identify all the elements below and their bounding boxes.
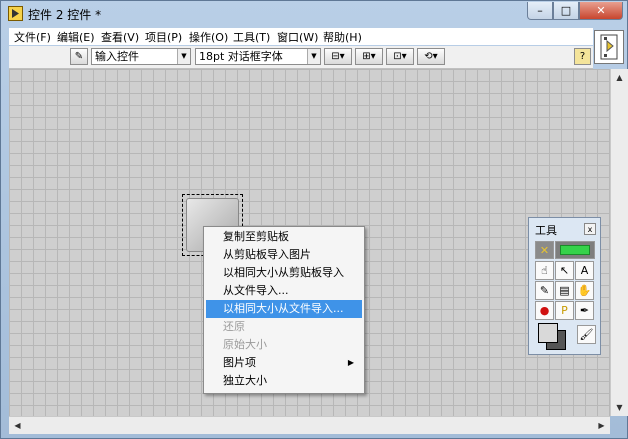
window-controls: – □ ✕ [527, 2, 623, 21]
help-icon: ? [579, 51, 586, 62]
distribute-objects-button[interactable]: ⊞▾ [355, 48, 383, 65]
mode-combo-value: 输入控件 [95, 50, 139, 63]
context-menu-item[interactable]: 以相同大小从剪贴板导入 [206, 264, 362, 282]
menu-item[interactable]: 查看(V) [101, 29, 139, 45]
submenu-arrow-icon: ▶ [347, 358, 354, 367]
reorder-button[interactable]: ⟲▾ [417, 48, 445, 65]
reorder-icon: ⟲▾ [424, 51, 438, 62]
align-objects-button[interactable]: ⊟▾ [324, 48, 352, 65]
toolbar: ✎ 输入控件 ▼ 18pt 对话框字体 ▼ ⊟▾ ⊞▾ ⊡▾ ⟲▾ ? [9, 46, 593, 69]
text-edit-icon[interactable]: A [575, 261, 594, 280]
mode-combo[interactable]: 输入控件 ▼ [91, 48, 191, 65]
context-menu-item[interactable]: 图片项 ▶ [206, 354, 362, 372]
text-pen-button[interactable]: ✎ [70, 48, 88, 65]
app-window: 控件 2 控件 * – □ ✕ 文件(F) 编辑(E) 查看(V) 项目(P) 操作(O… [0, 0, 628, 439]
context-menu-item-label: 图片项 [223, 356, 256, 369]
vertical-scrollbar[interactable]: ▲ ▼ [610, 69, 628, 416]
menu-item[interactable]: 工具(T) [233, 29, 270, 45]
maximize-button[interactable]: □ [553, 2, 579, 20]
scroll-down-icon[interactable]: ▼ [611, 399, 628, 416]
paintbrush-icon[interactable]: 🖌 [577, 325, 596, 344]
scroll-left-icon[interactable]: ◀ [9, 417, 26, 434]
menu-item[interactable]: 帮助(H) [323, 29, 362, 45]
title-bar[interactable]: 控件 2 控件 * – □ ✕ [1, 1, 627, 27]
distribute-objects-icon: ⊞▾ [362, 51, 376, 62]
context-menu-item[interactable]: 从文件导入... [206, 282, 362, 300]
color-tool[interactable] [536, 322, 572, 350]
menu-item[interactable]: 窗口(W) [277, 29, 318, 45]
menu-item[interactable]: 文件(F) [14, 29, 51, 45]
arrow-select-icon[interactable]: ↖ [555, 261, 574, 280]
context-menu-item: 还原 [206, 318, 362, 336]
eyedropper-icon[interactable]: ✒ [575, 301, 594, 320]
context-menu: 复制至剪贴板从剪贴板导入图片以相同大小从剪贴板导入 从文件导入... 以相同大小从文… [203, 226, 365, 394]
context-menu-item-label: 从剪贴板导入图片 [223, 248, 311, 261]
align-objects-icon: ⊟▾ [331, 51, 345, 62]
vi-icon [600, 34, 618, 60]
labview-app-icon [8, 6, 23, 21]
context-menu-item[interactable]: 从剪贴板导入图片 [206, 246, 362, 264]
wiring-spool-icon[interactable]: ✎ [535, 281, 554, 300]
control-icon-pane[interactable] [594, 30, 624, 64]
auto-tool-led-icon [560, 245, 590, 255]
scroll-hand-icon[interactable]: ✋ [575, 281, 594, 300]
shortcut-menu-icon[interactable]: ▤ [555, 281, 574, 300]
foreground-color-swatch [538, 323, 558, 343]
context-menu-item-label: 原始大小 [223, 338, 267, 351]
tools-palette-title: 工具 [535, 224, 557, 237]
context-menu-item-label: 以相同大小从文件导入... [223, 302, 344, 315]
hand-operate-icon[interactable]: ☝ [535, 261, 554, 280]
font-combo[interactable]: 18pt 对话框字体 ▼ [195, 48, 321, 65]
font-combo-value: 18pt 对话框字体 [199, 50, 283, 63]
menu-item[interactable]: 项目(P) [145, 29, 182, 45]
context-menu-item-label: 还原 [223, 320, 245, 333]
context-menu-item: 原始大小 [206, 336, 362, 354]
dropdown-arrow-icon: ▼ [177, 49, 190, 64]
context-menu-item-label: 以相同大小从剪贴板导入 [223, 266, 344, 279]
probe-icon[interactable]: P [555, 301, 574, 320]
auto-tool-icon[interactable]: ✕ [535, 241, 554, 259]
context-menu-item[interactable]: 复制至剪贴板 [206, 228, 362, 246]
context-menu-item-label: 从文件导入... [223, 284, 289, 297]
scroll-up-icon[interactable]: ▲ [611, 69, 628, 86]
menu-item[interactable]: 操作(O) [189, 29, 228, 45]
minimize-button[interactable]: – [527, 2, 553, 20]
pen-icon: ✎ [74, 51, 84, 62]
breakpoint-icon[interactable]: ● [535, 301, 554, 320]
resize-objects-icon: ⊡▾ [393, 51, 407, 62]
context-help-button[interactable]: ? [574, 48, 591, 65]
window-title: 控件 2 控件 * [28, 8, 102, 22]
menu-bar: 文件(F) 编辑(E) 查看(V) 项目(P) 操作(O) 工具(T) 窗口(W) 帮助(H) [9, 28, 593, 45]
resize-objects-button[interactable]: ⊡▾ [386, 48, 414, 65]
close-button[interactable]: ✕ [579, 2, 623, 20]
scroll-right-icon[interactable]: ▶ [593, 417, 610, 434]
context-menu-item-label: 复制至剪贴板 [223, 230, 289, 243]
tools-palette-close-button[interactable]: x [584, 223, 596, 235]
dropdown-arrow-icon: ▼ [307, 49, 320, 64]
horizontal-scrollbar[interactable]: ◀ ▶ [9, 416, 610, 434]
auto-tool-indicator[interactable] [555, 241, 595, 259]
context-menu-item[interactable]: 以相同大小从文件导入... [206, 300, 362, 318]
tools-palette: 工具 x ✕ ☝ ↖ A ✎ ▤ ✋ ● P ✒ 🖌 [528, 217, 601, 355]
menu-item[interactable]: 编辑(E) [57, 29, 95, 45]
context-menu-item-label: 独立大小 [223, 374, 267, 387]
context-menu-item[interactable]: 独立大小 [206, 372, 362, 390]
